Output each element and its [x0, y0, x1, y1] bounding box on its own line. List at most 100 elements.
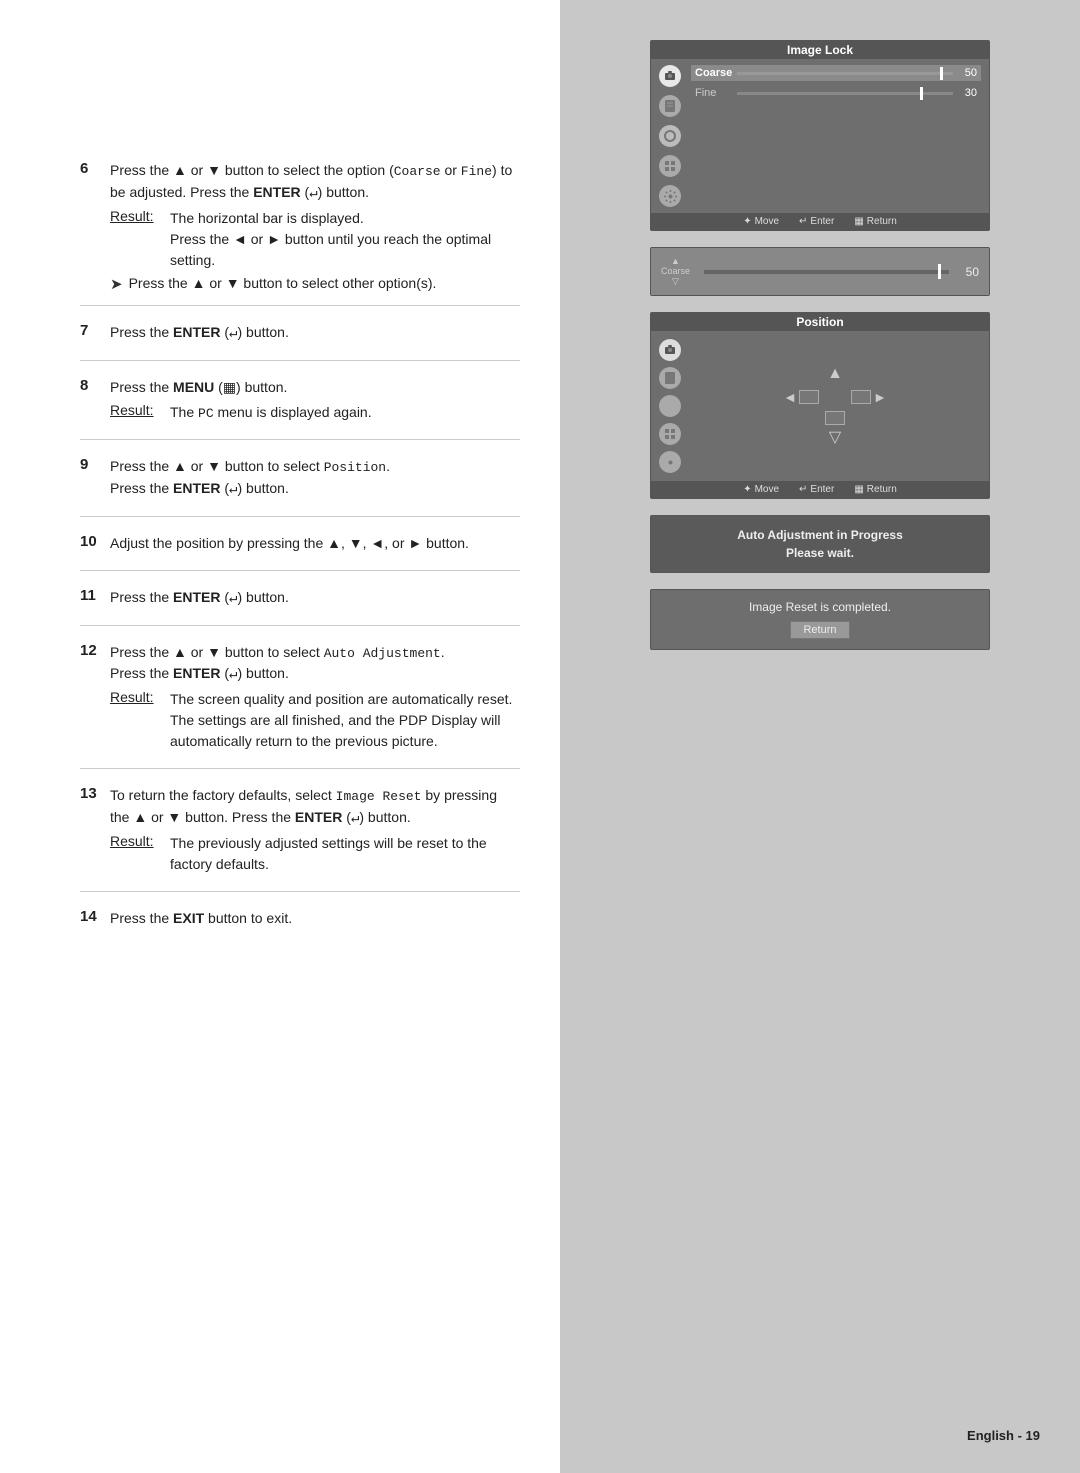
step-14-text: Press the EXIT button to exit. — [110, 908, 520, 929]
step-13-result-label: Result: — [110, 833, 170, 875]
fine-track — [737, 92, 953, 95]
pos-down-group: ▽ — [825, 411, 845, 447]
pos-icon-grid — [659, 423, 681, 445]
step-number-11: 11 — [80, 587, 110, 613]
step-9-content: Press the ▲ or ▼ button to select Positi… — [110, 456, 520, 504]
step-14-content: Press the EXIT button to exit. — [110, 908, 520, 933]
image-lock-footer: ✦ Move ↵ Enter ▦ Return — [651, 213, 989, 230]
step-8: 8 Press the MENU (▦) button. Result: The… — [80, 377, 520, 441]
coarse-single-value: 50 — [955, 265, 979, 279]
step-6-result-label: Result: — [110, 208, 170, 271]
pos-left-arrow: ◄ — [783, 389, 819, 405]
step-6-text: Press the ▲ or ▼ button to select the op… — [110, 160, 520, 204]
step-number-8: 8 — [80, 377, 110, 428]
position-body: ▲ ◄ — [651, 331, 989, 481]
pos-grid: ▲ ◄ — [777, 359, 893, 453]
icon-gear — [659, 185, 681, 207]
page-footer: English - 19 — [967, 1428, 1040, 1443]
diag-icons — [659, 65, 681, 207]
step-11-content: Press the ENTER (↵) button. — [110, 587, 520, 613]
pos-empty-bl — [783, 411, 819, 447]
step-12-text: Press the ▲ or ▼ button to select Auto A… — [110, 642, 520, 686]
image-reset-text: Image Reset is completed. — [661, 600, 979, 614]
step-11: 11 Press the ENTER (↵) button. — [80, 587, 520, 626]
arrow-symbol: ➤ — [110, 275, 123, 293]
step-13-text: To return the factory defaults, select I… — [110, 785, 520, 829]
step-12: 12 Press the ▲ or ▼ button to select Aut… — [80, 642, 520, 770]
step-14: 14 Press the EXIT button to exit. — [80, 908, 520, 945]
pos-right-icon: ► — [873, 389, 887, 405]
icon-camera — [659, 65, 681, 87]
step-6-note-text: Press the ▲ or ▼ button to select other … — [129, 275, 437, 291]
step-8-content: Press the MENU (▦) button. Result: The P… — [110, 377, 520, 428]
step-13-result-text: The previously adjusted settings will be… — [170, 833, 520, 875]
diagram-coarse-single: ▲ Coarse ▽ 50 — [650, 247, 990, 296]
step-10-content: Adjust the position by pressing the ▲, ▼… — [110, 533, 520, 558]
right-sidebar: Image Lock — [560, 0, 1080, 1473]
step-7-text: Press the ENTER (↵) button. — [110, 322, 520, 344]
pos-icon-gear — [659, 451, 681, 473]
footer-move: ✦ Move — [743, 216, 779, 227]
diagram-image-reset: Image Reset is completed. Return — [650, 589, 990, 650]
diagram-position: Position — [650, 312, 990, 499]
auto-adjust-line1: Auto Adjustment in Progress — [661, 526, 979, 544]
return-button[interactable]: Return — [790, 621, 849, 639]
coarse-single-thumb — [938, 264, 941, 279]
coarse-single-row: ▲ Coarse ▽ 50 — [661, 256, 979, 287]
step-6: 6 Press the ▲ or ▼ button to select the … — [80, 160, 520, 306]
footer-enter: ↵ Enter — [799, 216, 834, 227]
image-lock-title: Image Lock — [651, 41, 989, 59]
pos-left-icon: ◄ — [783, 389, 797, 405]
pos-footer-enter: ↵ Enter — [799, 484, 834, 495]
step-7-content: Press the ENTER (↵) button. — [110, 322, 520, 348]
step-6-content: Press the ▲ or ▼ button to select the op… — [110, 160, 520, 293]
coarse-single-track — [704, 270, 949, 274]
step-6-note: ➤ Press the ▲ or ▼ button to select othe… — [110, 275, 520, 293]
step-8-text: Press the MENU (▦) button. — [110, 377, 520, 398]
coarse-single-label: Coarse — [661, 266, 690, 276]
step-10-text: Adjust the position by pressing the ▲, ▼… — [110, 533, 520, 554]
pos-box-left — [799, 390, 819, 404]
pos-up-arrow: ▲ — [825, 365, 845, 383]
step-13-content: To return the factory defaults, select I… — [110, 785, 520, 879]
pos-down-arrow: ▽ — [825, 411, 845, 447]
step-13-result: Result: The previously adjusted settings… — [110, 833, 520, 875]
step-9-text: Press the ▲ or ▼ button to select Positi… — [110, 456, 520, 500]
diag-sliders: Coarse 50 Fine 30 — [691, 65, 981, 207]
fine-value: 30 — [957, 87, 977, 99]
image-lock-body: Coarse 50 Fine 30 — [651, 59, 989, 213]
step-12-result-text: The screen quality and position are auto… — [170, 689, 520, 752]
pos-right-arrow: ► — [851, 389, 887, 405]
step-number-7: 7 — [80, 322, 110, 348]
coarse-track — [737, 72, 953, 75]
diagram-image-lock: Image Lock — [650, 40, 990, 231]
step-number-9: 9 — [80, 456, 110, 504]
step-number-6: 6 — [80, 160, 110, 293]
left-content: 6 Press the ▲ or ▼ button to select the … — [0, 0, 560, 1473]
auto-adjust-line2: Please wait. — [661, 544, 979, 562]
step-12-result-label: Result: — [110, 689, 170, 752]
step-6-result-text: The horizontal bar is displayed. Press t… — [170, 208, 520, 271]
coarse-value: 50 — [957, 67, 977, 79]
pos-grid-container: ▲ ◄ — [689, 339, 981, 473]
diagram-auto-adjust: Auto Adjustment in Progress Please wait. — [650, 515, 990, 573]
coarse-single-body: ▲ Coarse ▽ 50 — [651, 248, 989, 295]
pos-icon-ring — [659, 395, 681, 417]
step-13: 13 To return the factory defaults, selec… — [80, 785, 520, 892]
icon-grid — [659, 155, 681, 177]
pos-empty-tr — [851, 365, 887, 383]
position-title: Position — [651, 313, 989, 331]
footer-return: ▦ Return — [854, 216, 896, 227]
pos-icon-doc — [659, 367, 681, 389]
pos-center-cell — [825, 389, 845, 405]
step-10: 10 Adjust the position by pressing the ▲… — [80, 533, 520, 571]
step-12-result: Result: The screen quality and position … — [110, 689, 520, 752]
step-number-14: 14 — [80, 908, 110, 933]
icon-doc — [659, 95, 681, 117]
pos-box-right — [851, 390, 871, 404]
pos-box-down — [825, 411, 845, 425]
pos-footer-move: ✦ Move — [743, 484, 779, 495]
pos-icons — [659, 339, 681, 473]
pos-right-group: ► — [851, 389, 887, 405]
step-8-result-label: Result: — [110, 402, 170, 424]
